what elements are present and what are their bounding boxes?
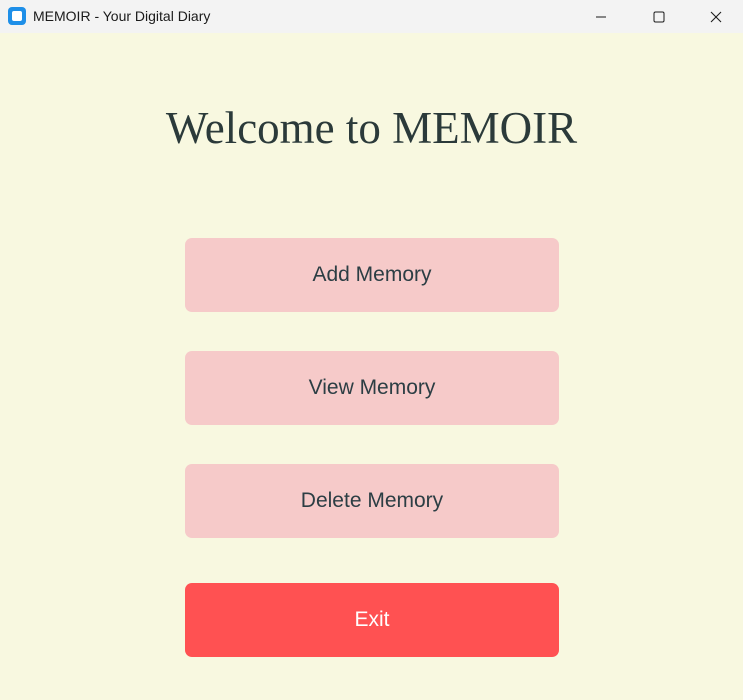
maximize-icon: [653, 11, 665, 22]
delete-memory-button[interactable]: Delete Memory: [185, 464, 559, 538]
maximize-button[interactable]: [630, 0, 688, 33]
view-memory-button[interactable]: View Memory: [185, 351, 559, 425]
close-button[interactable]: [688, 0, 743, 33]
app-icon: [8, 7, 26, 25]
window-title: MEMOIR - Your Digital Diary: [33, 8, 211, 24]
window-titlebar: MEMOIR - Your Digital Diary: [0, 0, 743, 33]
main-content: Welcome to MEMOIR Add Memory View Memory…: [0, 33, 743, 700]
welcome-heading: Welcome to MEMOIR: [165, 103, 578, 153]
minimize-icon: [596, 16, 606, 17]
add-memory-button[interactable]: Add Memory: [185, 238, 559, 312]
minimize-button[interactable]: [572, 0, 630, 33]
exit-button[interactable]: Exit: [185, 583, 559, 657]
close-icon: [710, 11, 721, 22]
